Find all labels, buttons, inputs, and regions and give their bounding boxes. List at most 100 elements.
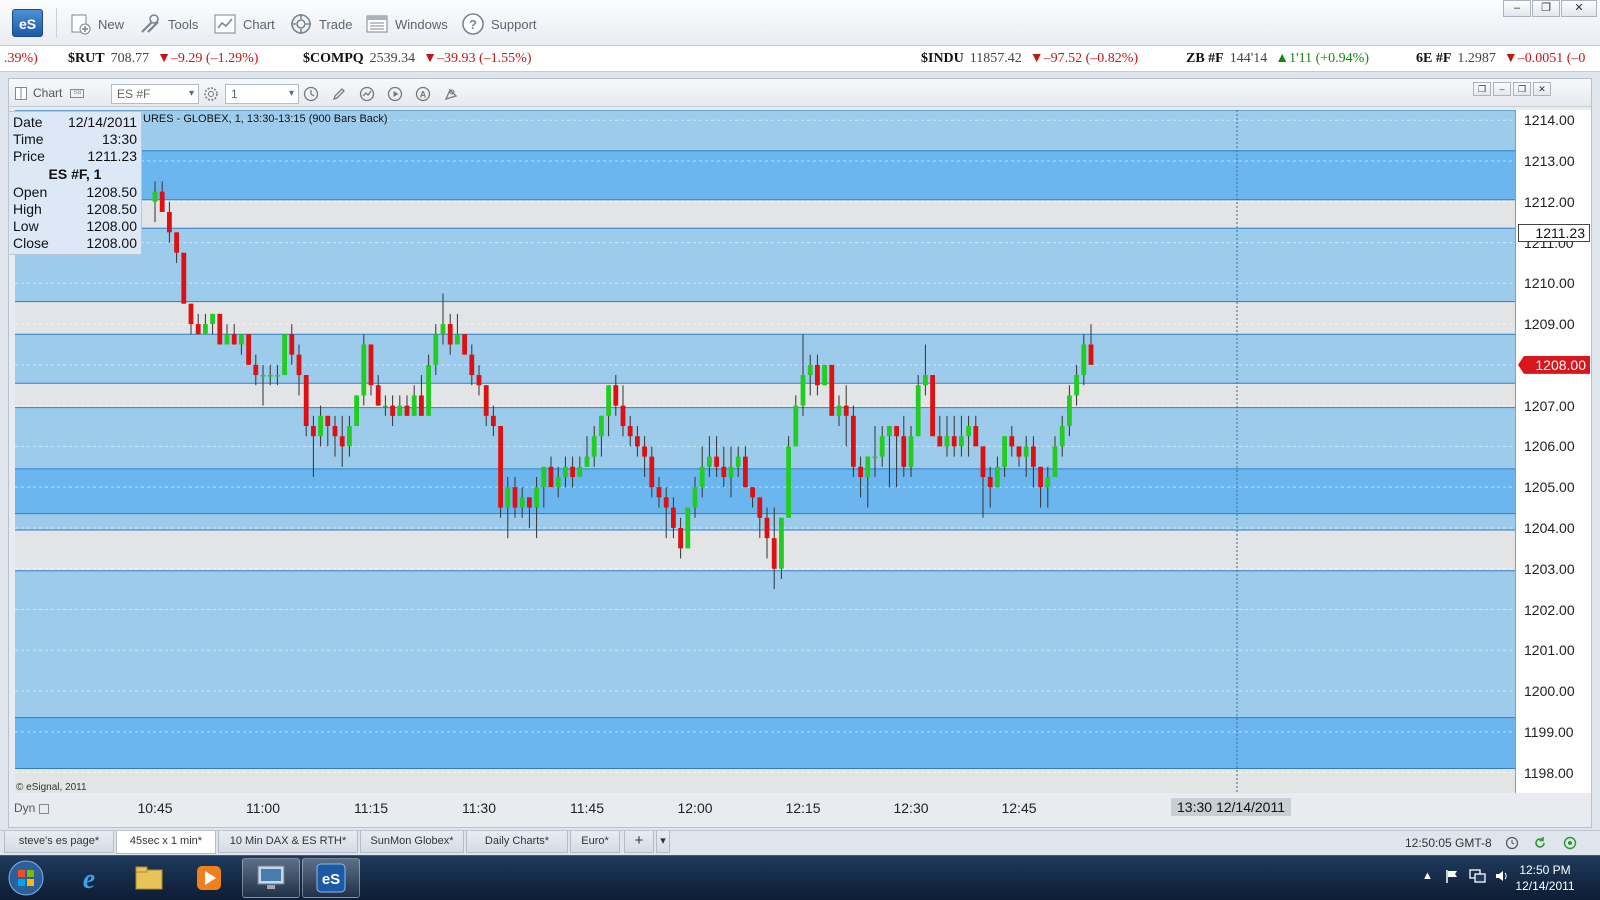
folder-icon [135,866,163,890]
chart-menu-button[interactable]: Chart [213,10,275,38]
interval-input[interactable]: 1 [225,84,299,104]
chart-close-button[interactable]: ✕ [1533,82,1551,96]
down-candle-body [289,334,295,355]
info-label: Date [13,114,43,130]
chart-link-button[interactable]: ❐ [1473,82,1491,96]
dyn-label: Dyn [14,801,36,815]
down-candle-body [627,426,633,437]
info-label: Time [13,131,44,147]
up-candle-body [584,456,590,467]
down-candle-body [527,497,532,508]
support-button[interactable]: ? Support [461,10,537,38]
tab-sunmon-globex[interactable]: SunMon Globex* [360,831,464,853]
up-candle-body [555,476,561,488]
price-tick-label: 1206.00 [1524,438,1575,455]
copyright-text: © eSignal, 2011 [16,782,87,793]
connection-status-icon[interactable] [1560,833,1580,853]
windows-button[interactable]: Windows [365,10,448,38]
candlestick-chart-plot[interactable] [15,110,1515,793]
time-axis[interactable]: 10:45 11:00 11:15 11:30 11:45 12:00 12:15 12:30… [15,793,1515,821]
symbol-input[interactable]: ES #F [111,84,199,104]
taskbar-clock[interactable]: 12:50 PM 12/14/2011 [1500,862,1590,894]
clock-icon[interactable] [1502,833,1522,853]
chart-window-label[interactable]: Chart SB [15,83,85,103]
down-candle-body [332,426,338,437]
candle [354,395,359,427]
play-icon[interactable] [385,84,405,104]
price-tick-label: 1205.00 [1524,479,1575,496]
windows-button-label: Windows [395,16,448,32]
ticker-item[interactable]: $INDU 11857.42 ▼–97.52 (–0.82%) [921,51,1138,67]
windows-icon [366,15,388,33]
ticker-change: ▼–39.93 (–1.55%) [423,51,532,66]
taskbar-app-media-player[interactable] [180,858,238,898]
tab-daily-charts[interactable]: Daily Charts* [466,831,568,853]
down-candle-body [296,354,302,376]
up-candle-body [915,385,921,437]
chart-minimize-button[interactable]: – [1493,82,1511,96]
down-candle-body [1088,344,1094,365]
cursor-tool-icon[interactable] [441,84,461,104]
up-candle-body [239,334,244,345]
action-center-flag-icon[interactable] [1444,868,1460,889]
symbol-settings-icon[interactable] [201,84,221,104]
down-candle-body [188,303,194,325]
draw-pencil-icon[interactable] [329,84,349,104]
esignal-logo[interactable]: eS [12,9,43,37]
refresh-icon[interactable] [1530,833,1550,853]
page-list-dropdown[interactable]: ▾ [656,831,670,853]
dynamic-scale-toggle[interactable]: Dyn [14,801,49,815]
up-candle-body [1002,436,1007,467]
time-tick-label: 11:00 [246,800,280,816]
price-zone-band [15,383,1515,408]
down-candle-body [721,466,727,477]
ticker-item[interactable]: $RUT 708.77 ▼–9.29 (–1.29%) [68,51,258,67]
taskbar-app-file-explorer[interactable] [120,858,178,898]
main-toolbar: eS New Tools Chart Trade Windows ? Suppo… [0,0,1600,46]
network-icon[interactable] [1468,868,1486,889]
show-hidden-icons-button[interactable]: ▲ [1422,870,1433,882]
info-value: 12/14/2011 [67,114,137,130]
trade-button[interactable]: Trade [289,10,352,38]
up-candle-body [872,456,878,459]
time-template-icon[interactable] [301,84,321,104]
tab-10min-dax-es-rth[interactable]: 10 Min DAX & ES RTH* [218,831,358,853]
minimize-window-button[interactable]: – [1503,0,1531,17]
tools-icon [141,14,159,33]
new-button[interactable]: New [68,10,124,38]
down-candle-body [764,517,770,539]
toolbar-divider [56,8,57,38]
info-row-open: Open 1208.50 [13,184,137,201]
taskbar-app-remote-desktop[interactable] [242,858,300,898]
tab-steves-es-page[interactable]: steve's es page* [4,831,114,853]
study-icon[interactable] [357,84,377,104]
down-candle-body [973,426,979,447]
taskbar-app-internet-explorer[interactable]: e [60,858,118,898]
ticker-item[interactable]: 6E #F 1.2987 ▼–0.0051 (–0 [1416,51,1585,67]
tools-button[interactable]: Tools [138,10,198,38]
up-candle-body [1067,395,1072,427]
start-button[interactable] [4,858,48,898]
down-candle-body [368,344,374,386]
down-candle-body [843,405,849,416]
alert-icon[interactable]: A [413,84,433,104]
up-candle-body [779,517,784,569]
tab-euro[interactable]: Euro* [570,831,620,853]
crosshair-time-label: 13:30 12/14/2011 [1171,798,1291,816]
ticker-item[interactable]: ZB #F 144'14 ▲1'11 (+0.94%) [1186,51,1369,67]
chart-window-title: Chart [33,86,63,100]
taskbar-app-esignal[interactable]: eS [302,858,360,898]
up-candle-body [267,375,273,377]
ticker-item[interactable]: $COMPQ 2539.34 ▼–39.93 (–1.55%) [303,51,532,67]
chart-restore-button[interactable]: ❐ [1513,82,1531,96]
candle [685,507,691,549]
tab-45sec-x-1min[interactable]: 45sec x 1 min* [116,831,216,854]
ticker-item[interactable]: .39%) [4,51,38,67]
close-window-button[interactable]: ✕ [1561,0,1597,17]
restore-window-button[interactable]: ❐ [1532,0,1560,17]
info-value: 1208.50 [86,201,137,217]
price-axis[interactable]: 1214.00 1213.00 1212.00 1211.00 1210.00 1209.… [1515,110,1591,793]
up-candle-body [606,385,611,416]
add-page-button[interactable]: + [624,831,654,853]
up-candle-body [735,456,741,467]
